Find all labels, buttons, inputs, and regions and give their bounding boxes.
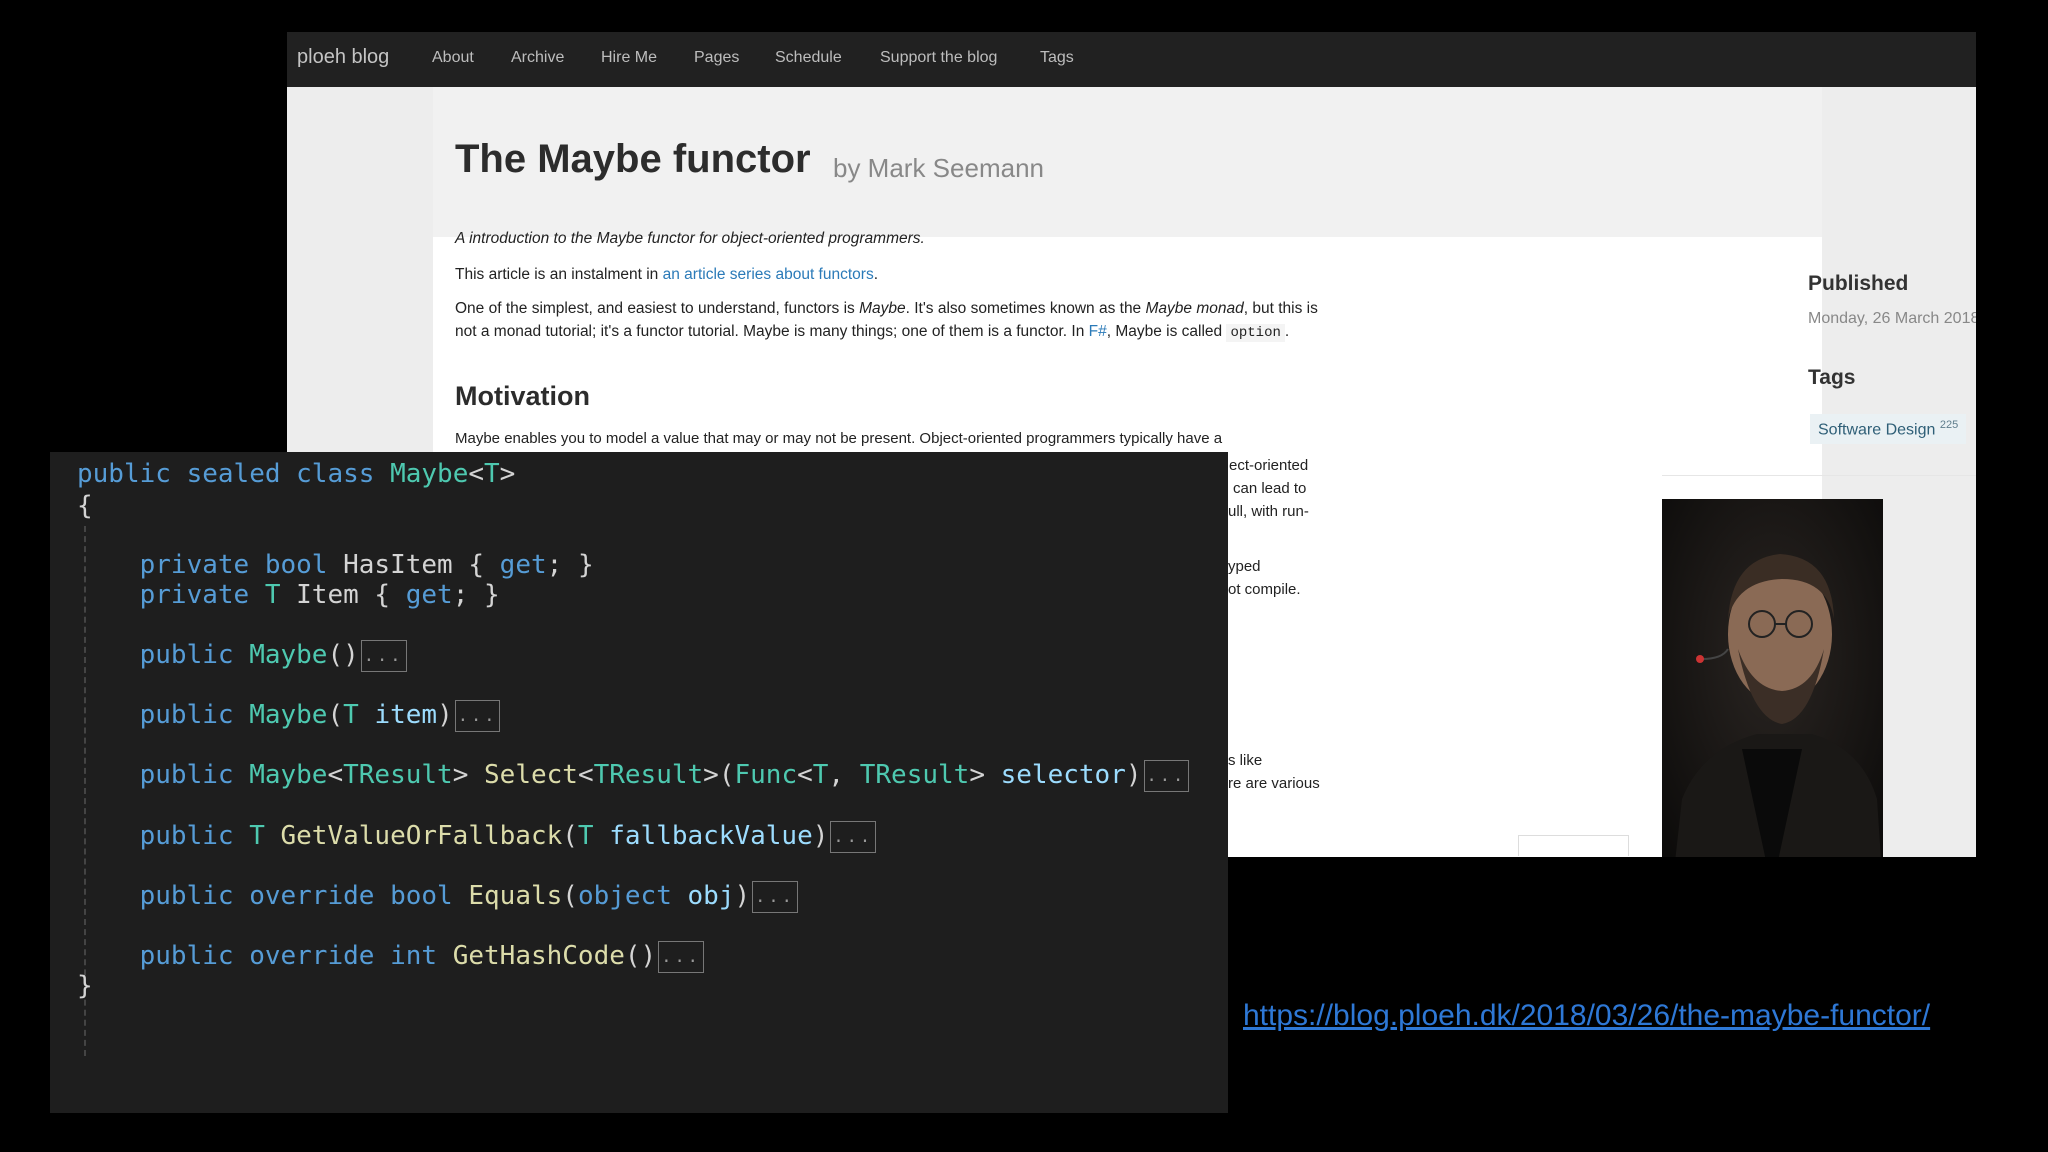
title-block: The Maybe functor by Mark Seemann — [433, 87, 1822, 237]
code-line: public sealed class Maybe<T> — [77, 459, 516, 489]
nav-about[interactable]: About — [432, 49, 474, 67]
fold-button[interactable]: ... — [830, 820, 877, 853]
published-date: Monday, 26 March 2018 05:19:00 UTC — [1808, 310, 1976, 327]
published-heading: Published — [1808, 272, 1909, 295]
code-line: public Maybe<TResult> Select<TResult>(Fu… — [77, 759, 1190, 792]
text-fragment: ull, with run- — [1228, 503, 1309, 520]
fold-button[interactable]: ... — [752, 880, 798, 913]
nav-hire-me[interactable]: Hire Me — [601, 49, 657, 67]
code-line: private T Item { get; } — [77, 580, 500, 610]
code-line: public T GetValueOrFallback(T fallbackVa… — [77, 820, 877, 853]
nav-support[interactable]: Support the blog — [880, 49, 997, 67]
fsharp-link[interactable]: F# — [1089, 323, 1107, 340]
text-fragment: s like — [1228, 752, 1263, 769]
code-line: public Maybe(T item)... — [77, 699, 501, 732]
content-box-edge — [1518, 835, 1629, 856]
byline: by Mark Seemann — [833, 153, 1044, 183]
code-line: } — [77, 971, 93, 1001]
series-paragraph: This article is an instalment in an arti… — [455, 266, 879, 283]
tag-badge[interactable]: Software Design 225 — [1810, 414, 1967, 445]
intro-paragraph: One of the simplest, and easiest to unde… — [455, 300, 1318, 342]
article-url-link[interactable]: https://blog.ploeh.dk/2018/03/26/the-may… — [1243, 999, 1930, 1033]
motivation-text: Maybe enables you to model a value that … — [455, 430, 1223, 447]
intro-text: A introduction to the Maybe functor for … — [455, 230, 925, 247]
series-link[interactable]: an article series about functors — [663, 266, 874, 283]
author-photo — [1662, 499, 1883, 857]
nav-archive[interactable]: Archive — [511, 49, 564, 67]
option-code: option — [1226, 324, 1285, 342]
nav-tags[interactable]: Tags — [1040, 49, 1074, 67]
text-fragment: can lead to — [1233, 480, 1307, 497]
text-fragment: re are various — [1228, 775, 1320, 792]
tag-count: 225 — [1939, 419, 1959, 431]
motivation-heading: Motivation — [455, 381, 590, 411]
text-fragment: ect-oriented — [1229, 457, 1309, 474]
page-title: The Maybe functor — [455, 137, 811, 181]
fold-button[interactable]: ... — [360, 639, 407, 672]
fold-button[interactable]: ... — [454, 699, 501, 732]
text-fragment: yped — [1228, 558, 1261, 575]
nav-schedule[interactable]: Schedule — [775, 49, 842, 67]
code-line: public Maybe()... — [77, 639, 407, 672]
code-line: public override bool Equals(object obj).… — [77, 880, 798, 913]
sidebar-divider — [1662, 475, 1976, 476]
nav-pages[interactable]: Pages — [694, 49, 739, 67]
code-line: public override int GetHashCode()... — [77, 940, 704, 973]
code-line: private bool HasItem { get; } — [77, 550, 594, 580]
text-fragment: ot compile. — [1228, 581, 1301, 598]
site-brand[interactable]: ploeh blog — [297, 46, 389, 69]
code-line: { — [77, 491, 93, 521]
navbar: ploeh blog About Archive Hire Me Pages S… — [287, 32, 1976, 87]
code-panel: public sealed class Maybe<T>{ private bo… — [50, 452, 1228, 1113]
fold-button[interactable]: ... — [658, 940, 704, 973]
fold-button[interactable]: ... — [1143, 759, 1190, 792]
tags-heading: Tags — [1808, 366, 1856, 389]
